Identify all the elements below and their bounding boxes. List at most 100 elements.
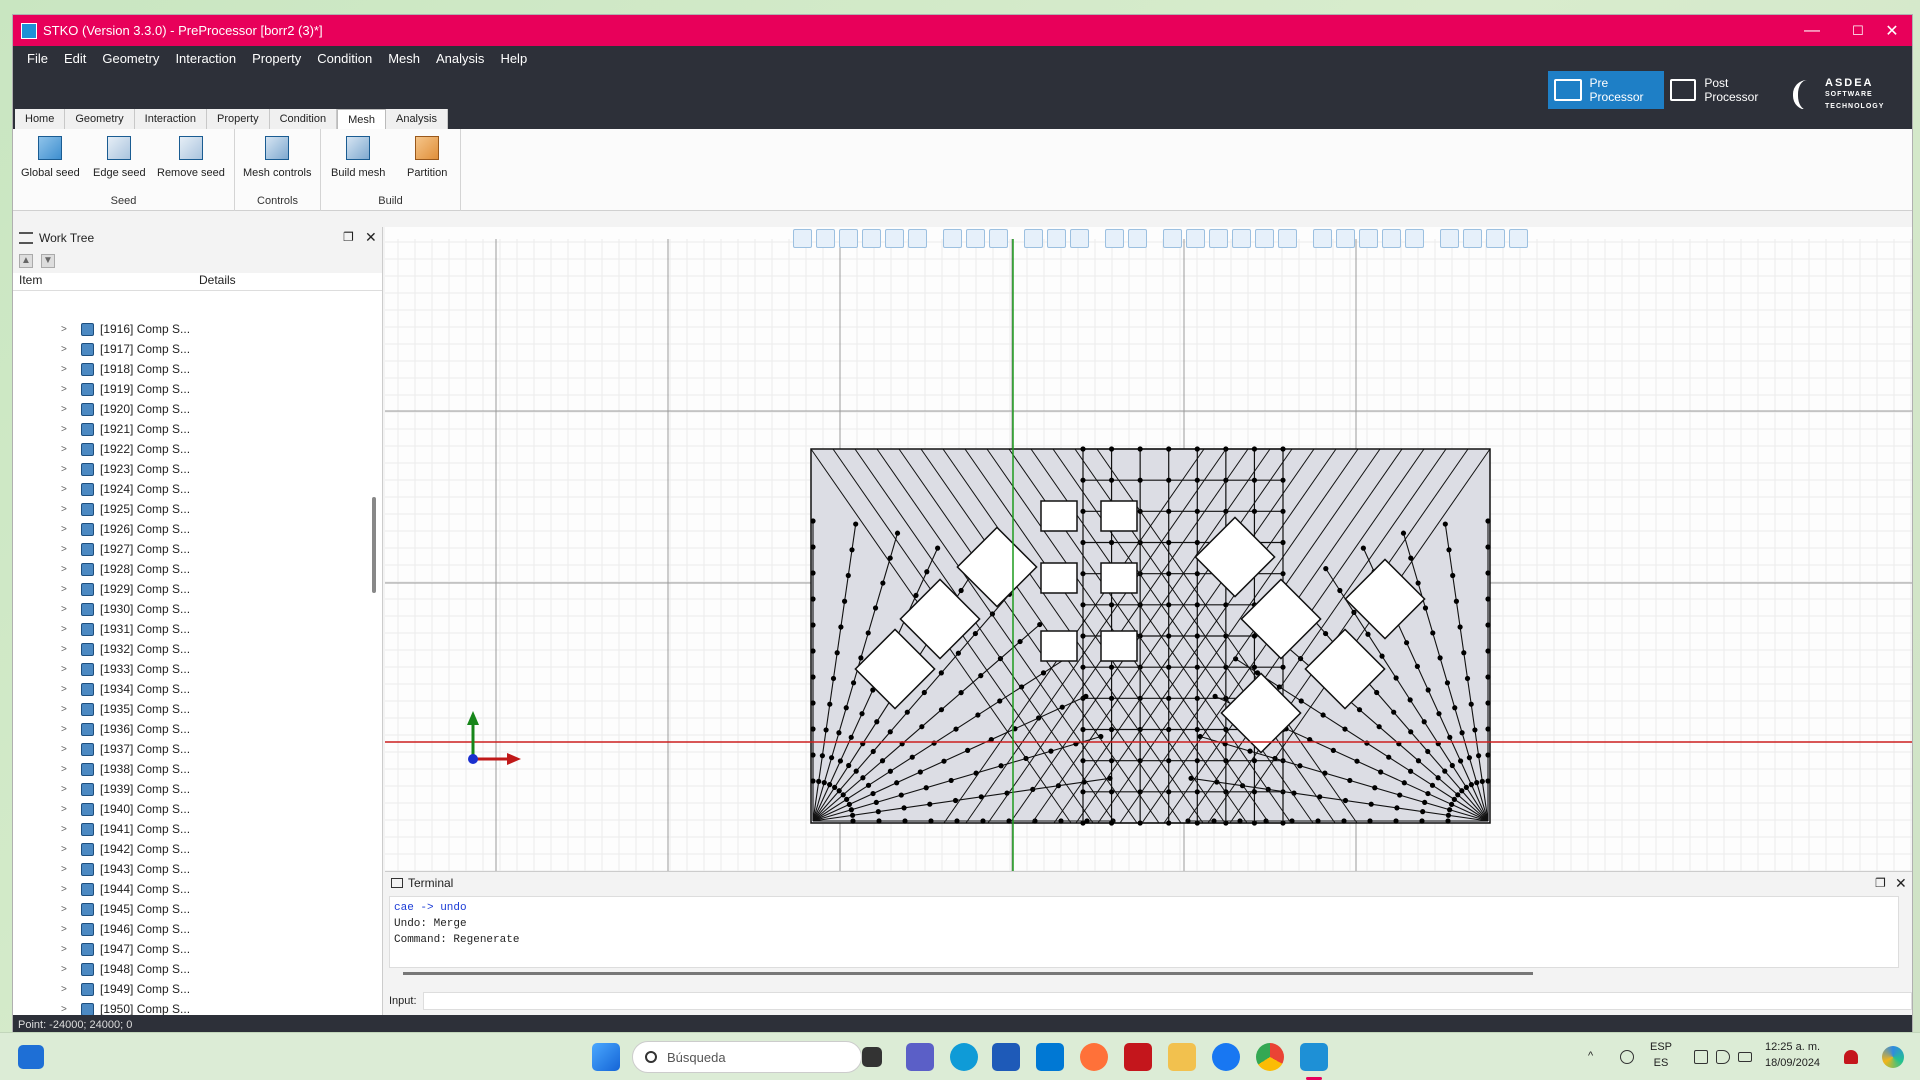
expand-chevron-icon[interactable]: > bbox=[61, 364, 71, 375]
title-bar[interactable]: STKO (Version 3.3.0) - PreProcessor [bor… bbox=[13, 15, 1912, 46]
tree-row[interactable]: > [1932] Comp S... bbox=[13, 639, 363, 659]
tree-row[interactable]: > [1941] Comp S... bbox=[13, 819, 363, 839]
view-tool-icon[interactable] bbox=[1255, 228, 1274, 248]
expand-chevron-icon[interactable]: > bbox=[61, 664, 71, 675]
expand-chevron-icon[interactable]: > bbox=[61, 724, 71, 735]
expand-chevron-icon[interactable]: > bbox=[61, 744, 71, 755]
view-tool-icon[interactable] bbox=[816, 228, 835, 248]
expand-chevron-icon[interactable]: > bbox=[61, 504, 71, 515]
language-indicator[interactable]: ESP ES bbox=[1650, 1039, 1672, 1071]
expand-chevron-icon[interactable]: > bbox=[61, 464, 71, 475]
menu-condition[interactable]: Condition bbox=[309, 51, 380, 66]
tree-row[interactable]: > [1922] Comp S... bbox=[13, 439, 363, 459]
view-tool-icon[interactable] bbox=[1486, 228, 1505, 248]
file-explorer-icon[interactable] bbox=[1168, 1043, 1196, 1071]
tree-row[interactable]: > [1947] Comp S... bbox=[13, 939, 363, 959]
work-tree-scrollbar[interactable] bbox=[372, 497, 376, 593]
tree-row[interactable]: > [1937] Comp S... bbox=[13, 739, 363, 759]
start-icon[interactable] bbox=[592, 1043, 620, 1071]
view-tool-icon[interactable] bbox=[1128, 228, 1147, 248]
tree-row[interactable]: > [1948] Comp S... bbox=[13, 959, 363, 979]
view-tool-icon[interactable] bbox=[1382, 228, 1401, 248]
tab-property[interactable]: Property bbox=[207, 109, 270, 129]
view-tool-icon[interactable] bbox=[943, 228, 962, 248]
view-tool-icon[interactable] bbox=[1336, 228, 1355, 248]
copilot-icon[interactable] bbox=[1882, 1046, 1904, 1068]
view-tool-icon[interactable] bbox=[1313, 228, 1332, 248]
app-icon[interactable] bbox=[1124, 1043, 1152, 1071]
tab-interaction[interactable]: Interaction bbox=[134, 109, 208, 129]
menu-mesh[interactable]: Mesh bbox=[380, 51, 428, 66]
expand-chevron-icon[interactable]: > bbox=[61, 544, 71, 555]
expand-chevron-icon[interactable]: > bbox=[61, 784, 71, 795]
tree-row[interactable]: > [1933] Comp S... bbox=[13, 659, 363, 679]
expand-chevron-icon[interactable]: > bbox=[61, 624, 71, 635]
move-up-icon[interactable]: ▲ bbox=[19, 254, 33, 268]
menu-interaction[interactable]: Interaction bbox=[167, 51, 244, 66]
view-tool-icon[interactable] bbox=[1440, 228, 1459, 248]
tab-mesh[interactable]: Mesh bbox=[337, 109, 386, 129]
tree-row[interactable]: > [1918] Comp S... bbox=[13, 359, 363, 379]
expand-chevron-icon[interactable]: > bbox=[61, 684, 71, 695]
tree-row[interactable]: > [1923] Comp S... bbox=[13, 459, 363, 479]
view-tool-icon[interactable] bbox=[1186, 228, 1205, 248]
terminal-input-field[interactable] bbox=[422, 992, 1912, 1010]
tree-row[interactable]: > [1927] Comp S... bbox=[13, 539, 363, 559]
facebook-icon[interactable] bbox=[1212, 1043, 1240, 1071]
expand-chevron-icon[interactable]: > bbox=[61, 704, 71, 715]
expand-chevron-icon[interactable]: > bbox=[61, 764, 71, 775]
view-tool-icon[interactable] bbox=[1405, 228, 1424, 248]
tree-row[interactable]: > [1920] Comp S... bbox=[13, 399, 363, 419]
volume-icon[interactable] bbox=[1716, 1050, 1730, 1064]
terminal-hscrollbar[interactable] bbox=[403, 972, 1533, 975]
tree-row[interactable]: > [1940] Comp S... bbox=[13, 799, 363, 819]
view-tool-icon[interactable] bbox=[862, 228, 881, 248]
tree-row[interactable]: > [1924] Comp S... bbox=[13, 479, 363, 499]
menu-geometry[interactable]: Geometry bbox=[94, 51, 167, 66]
tree-row[interactable]: > [1945] Comp S... bbox=[13, 899, 363, 919]
tree-row[interactable]: > [1919] Comp S... bbox=[13, 379, 363, 399]
global-seed-button[interactable]: Global seed bbox=[21, 133, 80, 179]
expand-chevron-icon[interactable]: > bbox=[61, 804, 71, 815]
expand-chevron-icon[interactable]: > bbox=[61, 864, 71, 875]
view-tool-icon[interactable] bbox=[793, 228, 812, 248]
menu-edit[interactable]: Edit bbox=[56, 51, 94, 66]
post-processor-button[interactable]: Post Processor bbox=[1664, 71, 1780, 109]
view-tool-icon[interactable] bbox=[1163, 228, 1182, 248]
teams-icon[interactable] bbox=[906, 1043, 934, 1071]
stko-taskbar-icon[interactable] bbox=[1300, 1043, 1328, 1071]
tree-row[interactable]: > [1938] Comp S... bbox=[13, 759, 363, 779]
view-tool-icon[interactable] bbox=[1359, 228, 1378, 248]
expand-chevron-icon[interactable]: > bbox=[61, 404, 71, 415]
expand-chevron-icon[interactable]: > bbox=[61, 584, 71, 595]
expand-chevron-icon[interactable]: > bbox=[61, 844, 71, 855]
security-icon[interactable] bbox=[1620, 1050, 1634, 1064]
notification-icon[interactable] bbox=[1844, 1050, 1858, 1064]
battery-icon[interactable] bbox=[1738, 1052, 1752, 1062]
view-tool-icon[interactable] bbox=[1209, 228, 1228, 248]
expand-chevron-icon[interactable]: > bbox=[61, 984, 71, 995]
tab-analysis[interactable]: Analysis bbox=[385, 109, 448, 129]
column-details[interactable]: Details bbox=[193, 273, 236, 290]
expand-chevron-icon[interactable]: > bbox=[61, 644, 71, 655]
expand-chevron-icon[interactable]: > bbox=[61, 324, 71, 335]
view-tool-icon[interactable] bbox=[1070, 228, 1089, 248]
tree-row[interactable]: > [1925] Comp S... bbox=[13, 499, 363, 519]
expand-chevron-icon[interactable]: > bbox=[61, 524, 71, 535]
tree-row[interactable]: > [1934] Comp S... bbox=[13, 679, 363, 699]
menu-help[interactable]: Help bbox=[492, 51, 535, 66]
chrome-icon[interactable] bbox=[1256, 1043, 1284, 1071]
close-button[interactable]: ✕ bbox=[1869, 15, 1912, 46]
tree-row[interactable]: > [1917] Comp S... bbox=[13, 339, 363, 359]
tab-geometry[interactable]: Geometry bbox=[65, 109, 135, 129]
view-tool-icon[interactable] bbox=[1232, 228, 1251, 248]
tree-row[interactable]: > [1943] Comp S... bbox=[13, 859, 363, 879]
viewport-canvas[interactable] bbox=[385, 239, 1913, 883]
tree-row[interactable]: > [1936] Comp S... bbox=[13, 719, 363, 739]
view-tool-icon[interactable] bbox=[1047, 228, 1066, 248]
tree-row[interactable]: > [1949] Comp S... bbox=[13, 979, 363, 999]
move-down-icon[interactable]: ▼ bbox=[41, 254, 55, 268]
column-item[interactable]: Item bbox=[13, 273, 193, 290]
view-tool-icon[interactable] bbox=[1278, 228, 1297, 248]
view-tool-icon[interactable] bbox=[1024, 228, 1043, 248]
